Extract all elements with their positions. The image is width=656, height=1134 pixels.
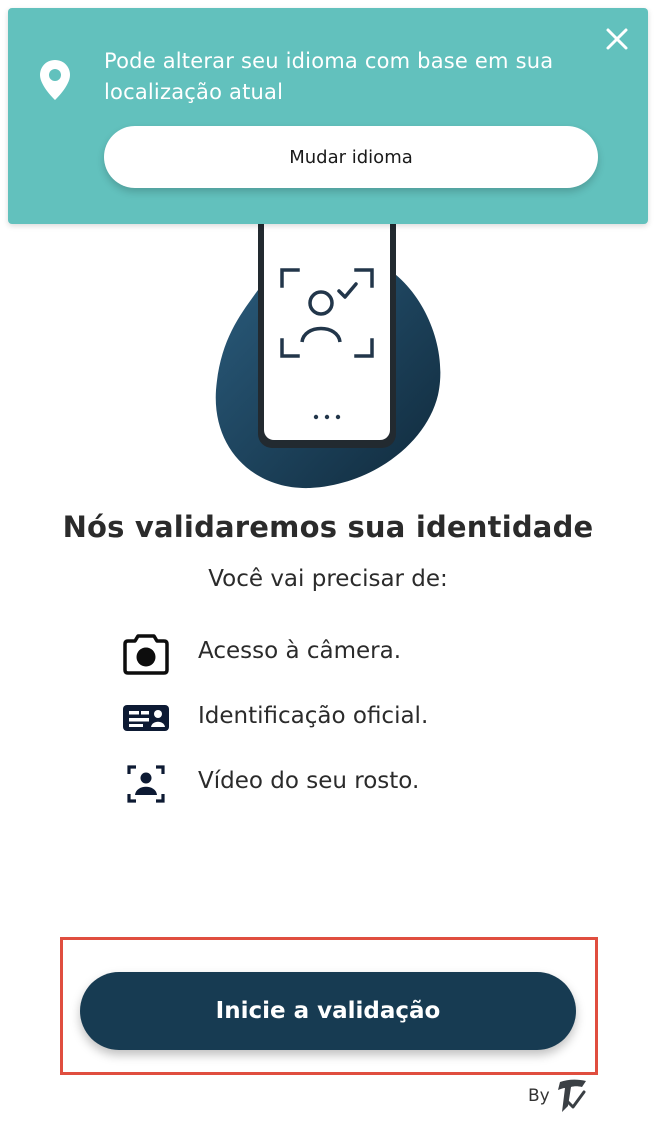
start-validation-button[interactable]: Inicie a validação — [80, 972, 576, 1050]
phone-screen — [264, 200, 390, 440]
requirement-label: Acesso à câmera. — [198, 638, 402, 664]
requirement-id: Identificação oficial. — [120, 697, 540, 741]
requirement-camera: Acesso à câmera. — [120, 632, 540, 676]
id-card-icon — [120, 697, 172, 741]
close-icon[interactable] — [604, 26, 630, 52]
page-subtitle: Você vai precisar de: — [208, 566, 448, 592]
language-banner: Pode alterar seu idioma com base em sua … — [8, 8, 648, 224]
page-title: Nós validaremos sua identidade — [62, 510, 594, 544]
by-label: By — [528, 1086, 550, 1106]
requirement-label: Vídeo do seu rosto. — [198, 768, 420, 794]
face-scan-icon — [120, 762, 172, 806]
requirement-label: Identificação oficial. — [198, 703, 429, 729]
camera-icon — [120, 632, 172, 676]
requirement-face-video: Vídeo do seu rosto. — [120, 762, 540, 806]
change-language-button[interactable]: Mudar idioma — [104, 126, 598, 188]
banner-message: Pode alterar seu idioma com base em sua … — [104, 49, 554, 104]
location-pin-icon — [38, 58, 72, 102]
validation-screen: Pode alterar seu idioma com base em sua … — [0, 0, 656, 1134]
brand-logo-icon — [554, 1076, 588, 1114]
phone-illustration — [200, 180, 460, 500]
